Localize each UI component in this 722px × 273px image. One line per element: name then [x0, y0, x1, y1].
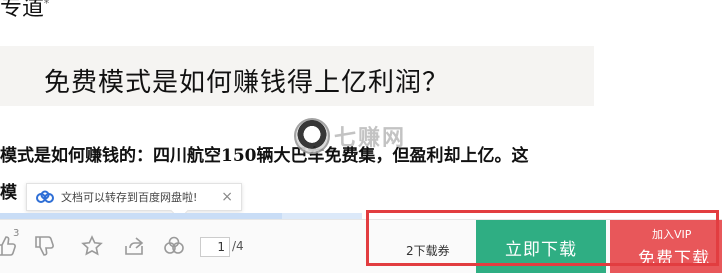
free-download-label: 免费下载 [638, 249, 710, 269]
doc-heading: 免费模式是如何赚钱得上亿利润？ [44, 68, 450, 98]
top-partial-text: 专道* [0, 0, 49, 22]
page-total: /4 [232, 239, 244, 253]
top-mark: * [44, 0, 50, 10]
bottom-toolbar: 3 1 /4 2下载券 立即下载 加入VIP 免费下载 [0, 219, 722, 273]
watermark: 七赚网 [294, 116, 406, 156]
download-ticket-cost: 2下载券 [406, 244, 450, 258]
body-text-line-2: 模 [0, 183, 17, 203]
netdisk-icon[interactable] [162, 234, 186, 258]
like-count: 3 [13, 228, 20, 239]
thumbs-down-icon[interactable] [32, 234, 56, 258]
watermark-avatar-icon [294, 118, 330, 154]
tooltip-text: 文档可以转存到百度网盘啦! [61, 191, 198, 204]
heading-box: 免费模式是如何赚钱得上亿利润？ [0, 46, 594, 106]
star-icon[interactable] [80, 234, 104, 258]
share-icon[interactable] [122, 234, 146, 258]
tooltip-close-icon[interactable]: × [221, 189, 233, 205]
download-now-button[interactable]: 立即下载 [476, 220, 606, 273]
page-number-input[interactable]: 1 [200, 237, 230, 257]
body-text-line-1: 模式是如何赚钱的：四川航空150辆大巴车免费集，但盈利却上亿。这 [0, 146, 529, 166]
top-partial-label: 专道 [0, 0, 45, 21]
watermark-text: 七赚网 [334, 126, 407, 151]
baidu-cloud-icon [36, 190, 54, 203]
join-vip-label: 加入VIP [652, 228, 692, 241]
save-to-netdisk-tooltip: 文档可以转存到百度网盘啦! × [26, 183, 242, 211]
vip-free-download-button[interactable]: 加入VIP 免费下载 [610, 220, 722, 273]
